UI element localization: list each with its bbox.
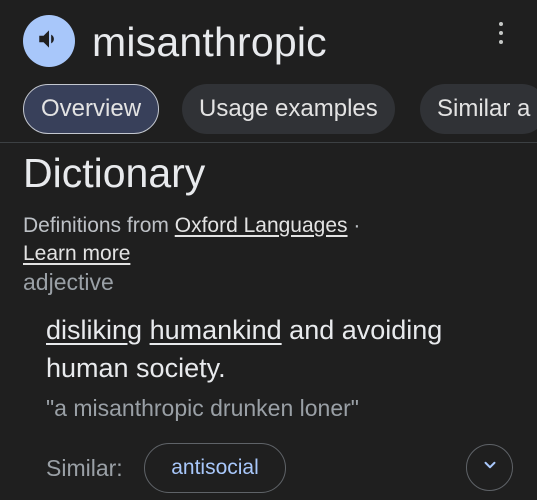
definition-link-disliking[interactable]: disliking (46, 315, 142, 345)
example-sentence: "a misanthropic drunken loner" (46, 395, 359, 421)
pronunciation-button[interactable] (23, 15, 75, 67)
tab-overview[interactable]: Overview (23, 84, 160, 134)
source-separator: · (353, 214, 361, 237)
source-line: Definitions from Oxford Languages · (23, 212, 360, 240)
oxford-languages-link[interactable]: Oxford Languages (175, 214, 348, 237)
source-prefix: Definitions from (23, 214, 169, 237)
similar-chip-antisocial[interactable]: antisocial (144, 443, 286, 493)
definition-link-humankind[interactable]: humankind (150, 315, 282, 345)
chevron-down-icon (481, 456, 499, 479)
tab-similar[interactable]: Similar a (420, 84, 537, 134)
similar-label: Similar: (46, 455, 123, 481)
tab-usage-examples[interactable]: Usage examples (182, 84, 395, 134)
divider (0, 142, 537, 143)
headword: misanthropic (92, 19, 327, 65)
speaker-icon (36, 26, 62, 57)
section-title: Dictionary (23, 150, 206, 196)
more-options-button[interactable] (488, 22, 514, 50)
part-of-speech: adjective (23, 269, 114, 295)
expand-button[interactable] (466, 444, 513, 491)
more-vert-icon (499, 22, 503, 44)
definition: disliking humankind and avoiding human s… (46, 311, 516, 387)
learn-more-link[interactable]: Learn more (23, 240, 130, 268)
word-header: misanthropic (0, 0, 537, 82)
tab-bar: Overview Usage examples Similar a (23, 84, 537, 136)
